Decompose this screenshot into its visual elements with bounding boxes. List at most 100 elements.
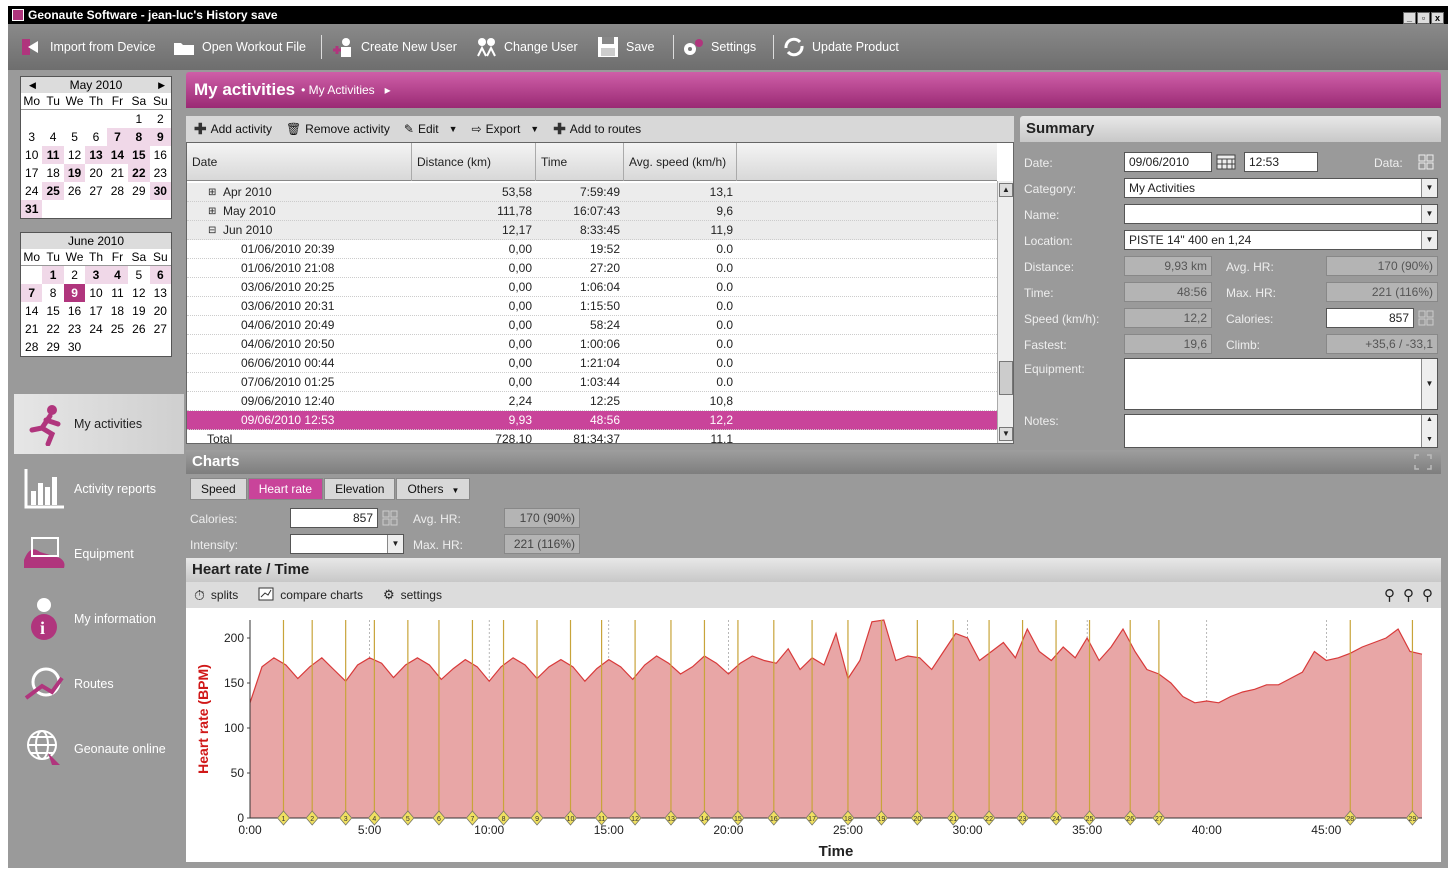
calendar-day[interactable]: 19 <box>63 164 86 182</box>
calendar-day[interactable]: 4 <box>42 128 63 146</box>
notes-textarea[interactable]: ▲ ▼ <box>1124 414 1438 448</box>
table-row[interactable]: 03/06/2010 20:31 0,00 1:15:50 0.0 <box>187 297 997 316</box>
calendar-day[interactable]: 26 <box>128 320 149 338</box>
calendar-day[interactable]: 19 <box>128 302 149 320</box>
calendar-june[interactable]: June 2010 Mo Tu We Th Fr Sa Su 1 2 3 4 5 6 7 8 9 10 11 12 1… <box>20 232 172 357</box>
calendar-day[interactable]: 1 <box>128 110 149 128</box>
calendar-day[interactable]: 3 <box>21 128 42 146</box>
tab-elevation[interactable]: Elevation <box>324 478 396 500</box>
create-user-button[interactable]: Create New User <box>331 24 457 70</box>
chevron-down-icon[interactable]: ▼ <box>387 535 403 553</box>
calendar-day[interactable]: 17 <box>85 302 106 320</box>
calendar-day[interactable]: 16 <box>150 146 171 164</box>
calendar-day[interactable]: 16 <box>64 302 85 320</box>
table-row[interactable]: 06/06/2010 00:44 0,00 1:21:04 0.0 <box>187 354 997 373</box>
splits-button[interactable]: splits <box>211 588 238 602</box>
zoom-in-icon[interactable]: ⚲ <box>1422 586 1433 604</box>
calendar-day[interactable]: 26 <box>64 182 85 200</box>
calendar-day[interactable]: 21 <box>21 320 42 338</box>
calendar-day[interactable]: 11 <box>107 284 128 302</box>
location-select[interactable]: PISTE 14" 400 en 1,24 ▼ <box>1124 230 1438 250</box>
chevron-down-icon[interactable]: ▼ <box>1421 205 1437 223</box>
calendar-day[interactable]: 22 <box>42 320 63 338</box>
close-button[interactable]: x <box>1431 12 1444 24</box>
calendar-day[interactable]: 15 <box>42 302 63 320</box>
calendar-day[interactable]: 5 <box>128 266 149 284</box>
table-scrollbar[interactable]: ▲ ▼ <box>997 181 1013 443</box>
calendar-day[interactable]: 18 <box>107 302 128 320</box>
maximize-button[interactable]: ▫ <box>1417 12 1430 24</box>
tab-others[interactable]: Others ▼ <box>396 478 471 500</box>
calendar-day[interactable]: 4 <box>106 266 129 284</box>
calendar-day[interactable]: 30 <box>64 338 85 356</box>
calendar-day[interactable]: 10 <box>21 146 42 164</box>
import-button[interactable]: Import from Device <box>20 24 156 70</box>
calendar-day[interactable]: 13 <box>150 284 171 302</box>
hr-chart-area[interactable]: 0:00 5:00 10:00 15:00 20:00 25:00 30:00 35:00 40… <box>186 608 1441 862</box>
calendar-day[interactable]: 15 <box>128 146 150 164</box>
chevron-down-icon[interactable]: ▼ <box>1421 179 1437 197</box>
group-row[interactable]: ⊟ Jun 2010 12,17 8:33:45 11,9 <box>187 221 997 240</box>
calendar-day[interactable]: 23 <box>150 164 171 182</box>
heart-rate-chart[interactable]: 0:00 5:00 10:00 15:00 20:00 25:00 30:00 35:00 40… <box>186 608 1441 862</box>
minimize-button[interactable]: _ <box>1403 12 1416 24</box>
chart-settings-button[interactable]: settings <box>401 588 442 602</box>
nav-routes[interactable]: Routes <box>14 654 184 714</box>
table-row[interactable]: 09/06/2010 12:53 9,93 48:56 12,2 <box>187 411 997 430</box>
scroll-up-arrow-icon[interactable]: ▲ <box>999 183 1013 197</box>
table-row[interactable]: 03/06/2010 20:25 0,00 1:06:04 0.0 <box>187 278 997 297</box>
scroll-down-arrow-icon[interactable]: ▼ <box>999 427 1013 441</box>
category-select[interactable]: My Activities ▼ <box>1124 178 1438 198</box>
nav-equipment[interactable]: Equipment <box>14 524 184 584</box>
data-grid-icon[interactable] <box>1418 154 1434 173</box>
calendar-day[interactable]: 9 <box>63 284 86 302</box>
name-select[interactable]: ▼ <box>1124 204 1438 224</box>
scrollbar-thumb[interactable] <box>999 361 1013 395</box>
calendar-day[interactable]: 27 <box>150 320 171 338</box>
nav-geonaute-online[interactable]: Geonaute online <box>14 719 184 779</box>
table-row[interactable]: 07/06/2010 01:25 0,00 1:03:44 0.0 <box>187 373 997 392</box>
compare-charts-icon[interactable] <box>258 587 274 604</box>
notes-scrollbar[interactable]: ▲ ▼ <box>1421 415 1437 447</box>
chevron-down-icon[interactable]: ▼ <box>1421 231 1437 249</box>
calendar-day[interactable]: 25 <box>42 182 64 200</box>
intensity-select[interactable]: ▼ <box>290 534 404 554</box>
column-header-avg-speed[interactable]: Avg. speed (km/h) <box>624 143 737 181</box>
calendar-day[interactable]: 6 <box>85 128 106 146</box>
calendar-day[interactable]: 8 <box>42 284 63 302</box>
calendar-day[interactable]: 20 <box>150 302 171 320</box>
calendar-day[interactable]: 25 <box>107 320 128 338</box>
expand-icon[interactable]: ⊞ <box>208 183 216 202</box>
zoom-out-icon[interactable]: ⚲ <box>1384 586 1395 604</box>
chevron-down-icon[interactable]: ▼ <box>449 124 458 134</box>
calendar-day[interactable]: 31 <box>21 200 43 218</box>
calendar-day[interactable]: 7 <box>21 284 43 302</box>
calendar-day[interactable]: 27 <box>85 182 106 200</box>
nav-my-activities[interactable]: My activities <box>14 394 184 454</box>
splits-icon[interactable]: ⏱ <box>194 587 205 604</box>
nav-my-information[interactable]: i My information <box>14 589 184 649</box>
calc-grid-icon[interactable] <box>382 510 398 529</box>
prev-month-arrow-icon[interactable]: ◀ <box>29 77 36 93</box>
nav-activity-reports[interactable]: Activity reports <box>14 459 184 519</box>
calendar-day[interactable]: 6 <box>149 266 171 284</box>
expand-icon[interactable]: ⊞ <box>208 202 216 221</box>
compare-charts-button[interactable]: compare charts <box>280 588 363 602</box>
next-month-arrow-icon[interactable]: ▶ <box>158 77 165 93</box>
equipment-field[interactable]: ▼ <box>1124 358 1438 410</box>
group-row[interactable]: ⊞ Apr 2010 53,58 7:59:49 13,1 <box>187 183 997 202</box>
calendar-day[interactable]: 22 <box>128 164 150 182</box>
calendar-day[interactable]: 7 <box>106 128 129 146</box>
table-row[interactable]: 01/06/2010 20:39 0,00 19:52 0.0 <box>187 240 997 259</box>
calendar-day[interactable]: 24 <box>21 182 42 200</box>
calendar-day[interactable]: 12 <box>64 146 85 164</box>
calc-grid-icon[interactable] <box>1418 310 1434 329</box>
open-file-button[interactable]: Open Workout File <box>172 24 306 70</box>
breadcrumb-item[interactable]: My Activities <box>309 83 375 97</box>
calendar-day[interactable]: 28 <box>107 182 128 200</box>
calendar-day[interactable]: 20 <box>85 164 106 182</box>
zoom-fit-icon[interactable]: ⚲ <box>1403 586 1414 604</box>
tab-heart-rate[interactable]: Heart rate <box>247 478 324 500</box>
column-header-distance[interactable]: Distance (km) <box>412 143 536 181</box>
calendar-day[interactable]: 12 <box>128 284 149 302</box>
